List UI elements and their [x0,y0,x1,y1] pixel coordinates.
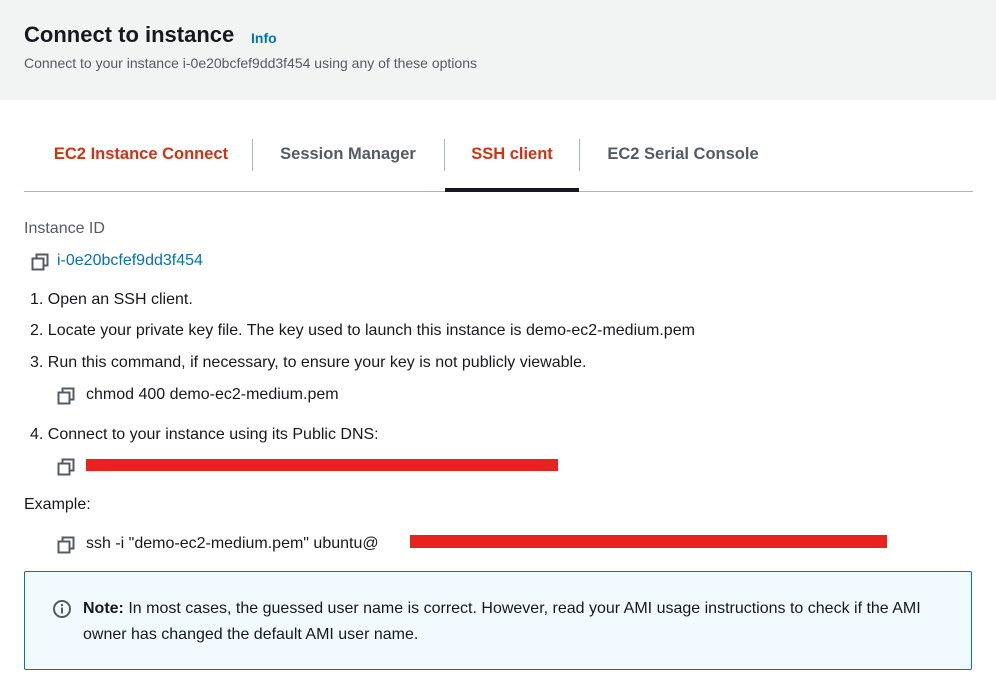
tab-divider [579,139,580,171]
tab-session-manager[interactable]: Session Manager [266,131,430,191]
instance-id-value[interactable]: i-0e20bcfef9dd3f454 [57,252,203,270]
note-body: In most cases, the guessed user name is … [83,600,921,643]
copy-icon[interactable] [31,253,49,271]
page-header: Connect to instance Info Connect to your… [0,0,996,100]
step-4: 4. Connect to your instance using its Pu… [30,426,379,443]
tab-divider [252,139,253,171]
copy-icon[interactable] [57,387,75,405]
note-text: Note: In most cases, the guessed user na… [83,596,953,648]
step-1: 1. Open an SSH client. [30,291,193,308]
page-title: Connect to instance [24,22,235,47]
page-subtitle: Connect to your instance i-0e20bcfef9dd3… [24,55,477,71]
note-bold-label: Note: [83,600,124,617]
instance-id-label: Instance ID [24,220,105,237]
redacted-host [410,535,887,548]
step-3: 3. Run this command, if necessary, to en… [30,354,587,371]
example-label: Example: [24,496,91,513]
ssh-example-command: ssh -i "demo-ec2-medium.pem" ubuntu@ [86,535,379,552]
redacted-public-dns [86,459,558,471]
tab-ec2-serial-console[interactable]: EC2 Serial Console [594,131,772,191]
copy-icon[interactable] [57,536,75,554]
copy-icon[interactable] [57,458,75,476]
info-link[interactable]: Info [251,30,277,46]
note-alert: Note: In most cases, the guessed user na… [24,571,972,670]
tab-ec2-instance-connect[interactable]: EC2 Instance Connect [28,131,254,191]
chmod-command: chmod 400 demo-ec2-medium.pem [86,386,339,403]
step-2: 2. Locate your private key file. The key… [30,322,695,339]
info-circle-icon [52,599,72,619]
connect-tabs: EC2 Instance Connect Session Manager SSH… [24,131,973,192]
tab-ssh-client[interactable]: SSH client [445,131,579,192]
